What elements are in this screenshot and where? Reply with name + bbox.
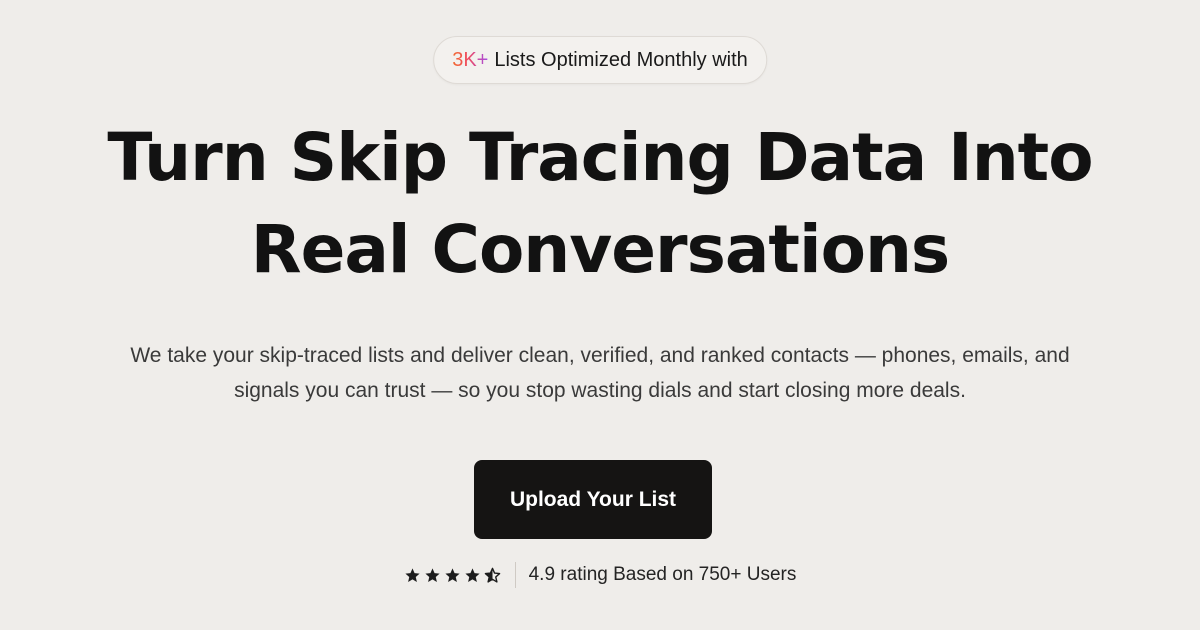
star-half-icon	[484, 567, 500, 583]
star-icon	[425, 567, 440, 582]
stat-badge: 3K+ Lists Optimized Monthly with	[433, 36, 767, 84]
star-icon	[465, 567, 480, 582]
star-icon	[445, 567, 460, 582]
description-line-2: signals you can trust — so you stop wast…	[234, 379, 966, 402]
badge-text: Lists Optimized Monthly with	[494, 48, 748, 71]
rating-text: 4.9 rating Based on 750+ Users	[528, 564, 797, 585]
hero-section: 3K+ Lists Optimized Monthly with Turn Sk…	[0, 0, 1200, 630]
star-rating	[404, 567, 501, 584]
description-line-1: We take your skip-traced lists and deliv…	[130, 344, 1070, 367]
headline-line-2: Real Conversations	[250, 211, 950, 288]
star-icon	[405, 567, 420, 582]
hero-description: We take your skip-traced lists and deliv…	[50, 338, 1150, 408]
upload-list-button[interactable]: Upload Your List	[474, 460, 712, 539]
page-title: Turn Skip Tracing Data Into Real Convers…	[0, 112, 1200, 296]
rating-divider	[514, 562, 516, 588]
badge-highlight: 3K+	[452, 48, 489, 71]
headline-line-1: Turn Skip Tracing Data Into	[107, 119, 1093, 196]
rating-summary: 4.9 rating Based on 750+ Users	[0, 562, 1200, 588]
